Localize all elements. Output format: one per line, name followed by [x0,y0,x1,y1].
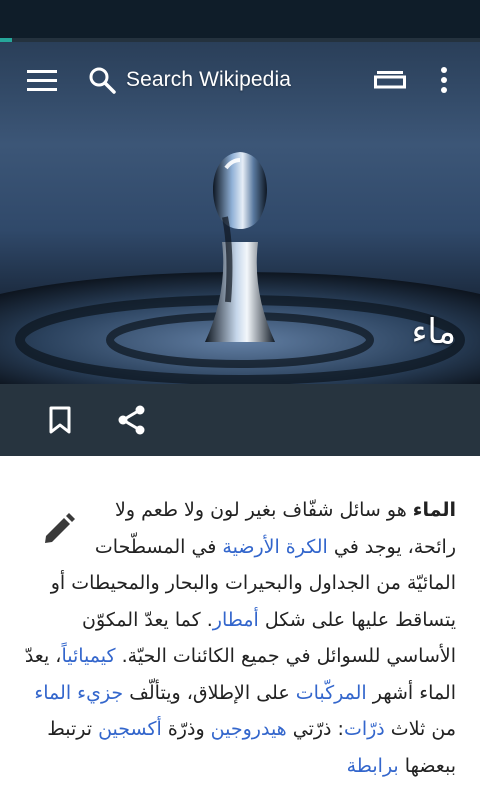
search-wikipedia-field[interactable]: Search Wikipedia [126,68,291,92]
vertical-dots-overflow-icon[interactable] [426,60,462,100]
status-bar [0,0,480,38]
magnifier-search-icon[interactable] [84,60,120,100]
article-link[interactable]: هيدروجين [211,718,287,740]
article-link[interactable]: كيميائياً [61,645,115,667]
pencil-edit-icon[interactable] [40,508,80,548]
article-link[interactable]: المركّبات [296,682,367,704]
article-text: وذرّة [161,718,211,740]
article-link[interactable]: برابطة [347,755,399,777]
article-text: على الإطلاق، ويتألّف [123,681,296,704]
article-link[interactable]: أمطار [213,609,259,631]
article-text: من ثلاث [384,718,456,740]
article-action-bar [0,384,480,456]
article-content: الماء هو سائل شفّاف بغير لون ولا طعم ولا… [0,456,480,800]
top-toolbar: Search Wikipedia [0,42,480,118]
hamburger-menu-icon[interactable] [20,60,64,100]
share-icon[interactable] [110,400,154,440]
article-link[interactable]: جزيء الماء [34,682,123,704]
tabs-icon[interactable] [368,60,412,100]
article-link[interactable]: أكسجين [98,718,162,740]
bookmark-icon[interactable] [38,400,82,440]
article-text: : ذرّتي [286,718,344,740]
article-title: ماء [411,312,456,352]
article-link[interactable]: ذرّات [344,718,385,740]
article-lead-paragraph: الماء هو سائل شفّاف بغير لون ولا طعم ولا… [24,492,456,784]
article-subject-bold: الماء [412,499,456,521]
article-link[interactable]: الكرة الأرضية [222,536,327,558]
